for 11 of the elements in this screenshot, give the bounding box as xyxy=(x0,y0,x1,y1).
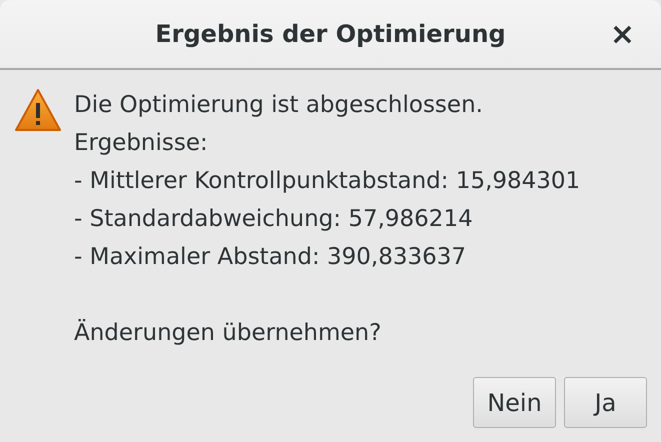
message-line: - Standardabweichung: 57,986214 xyxy=(74,205,474,234)
message-line: - Mittlerer Kontrollpunktabstand: 15,984301 xyxy=(74,167,580,196)
no-button[interactable]: Nein xyxy=(473,377,556,428)
message-line: Ergebnisse: xyxy=(74,129,209,158)
close-button[interactable]: × xyxy=(604,18,641,52)
warning-icon xyxy=(14,88,62,132)
message-line: - Maximaler Abstand: 390,833637 xyxy=(74,243,468,272)
question-text: Änderungen übernehmen? xyxy=(74,318,382,348)
window-title: Ergebnis der Optimierung xyxy=(155,20,506,48)
yes-button[interactable]: Ja xyxy=(564,377,647,428)
message-line: Die Optimierung ist abgeschlossen. xyxy=(74,91,484,120)
